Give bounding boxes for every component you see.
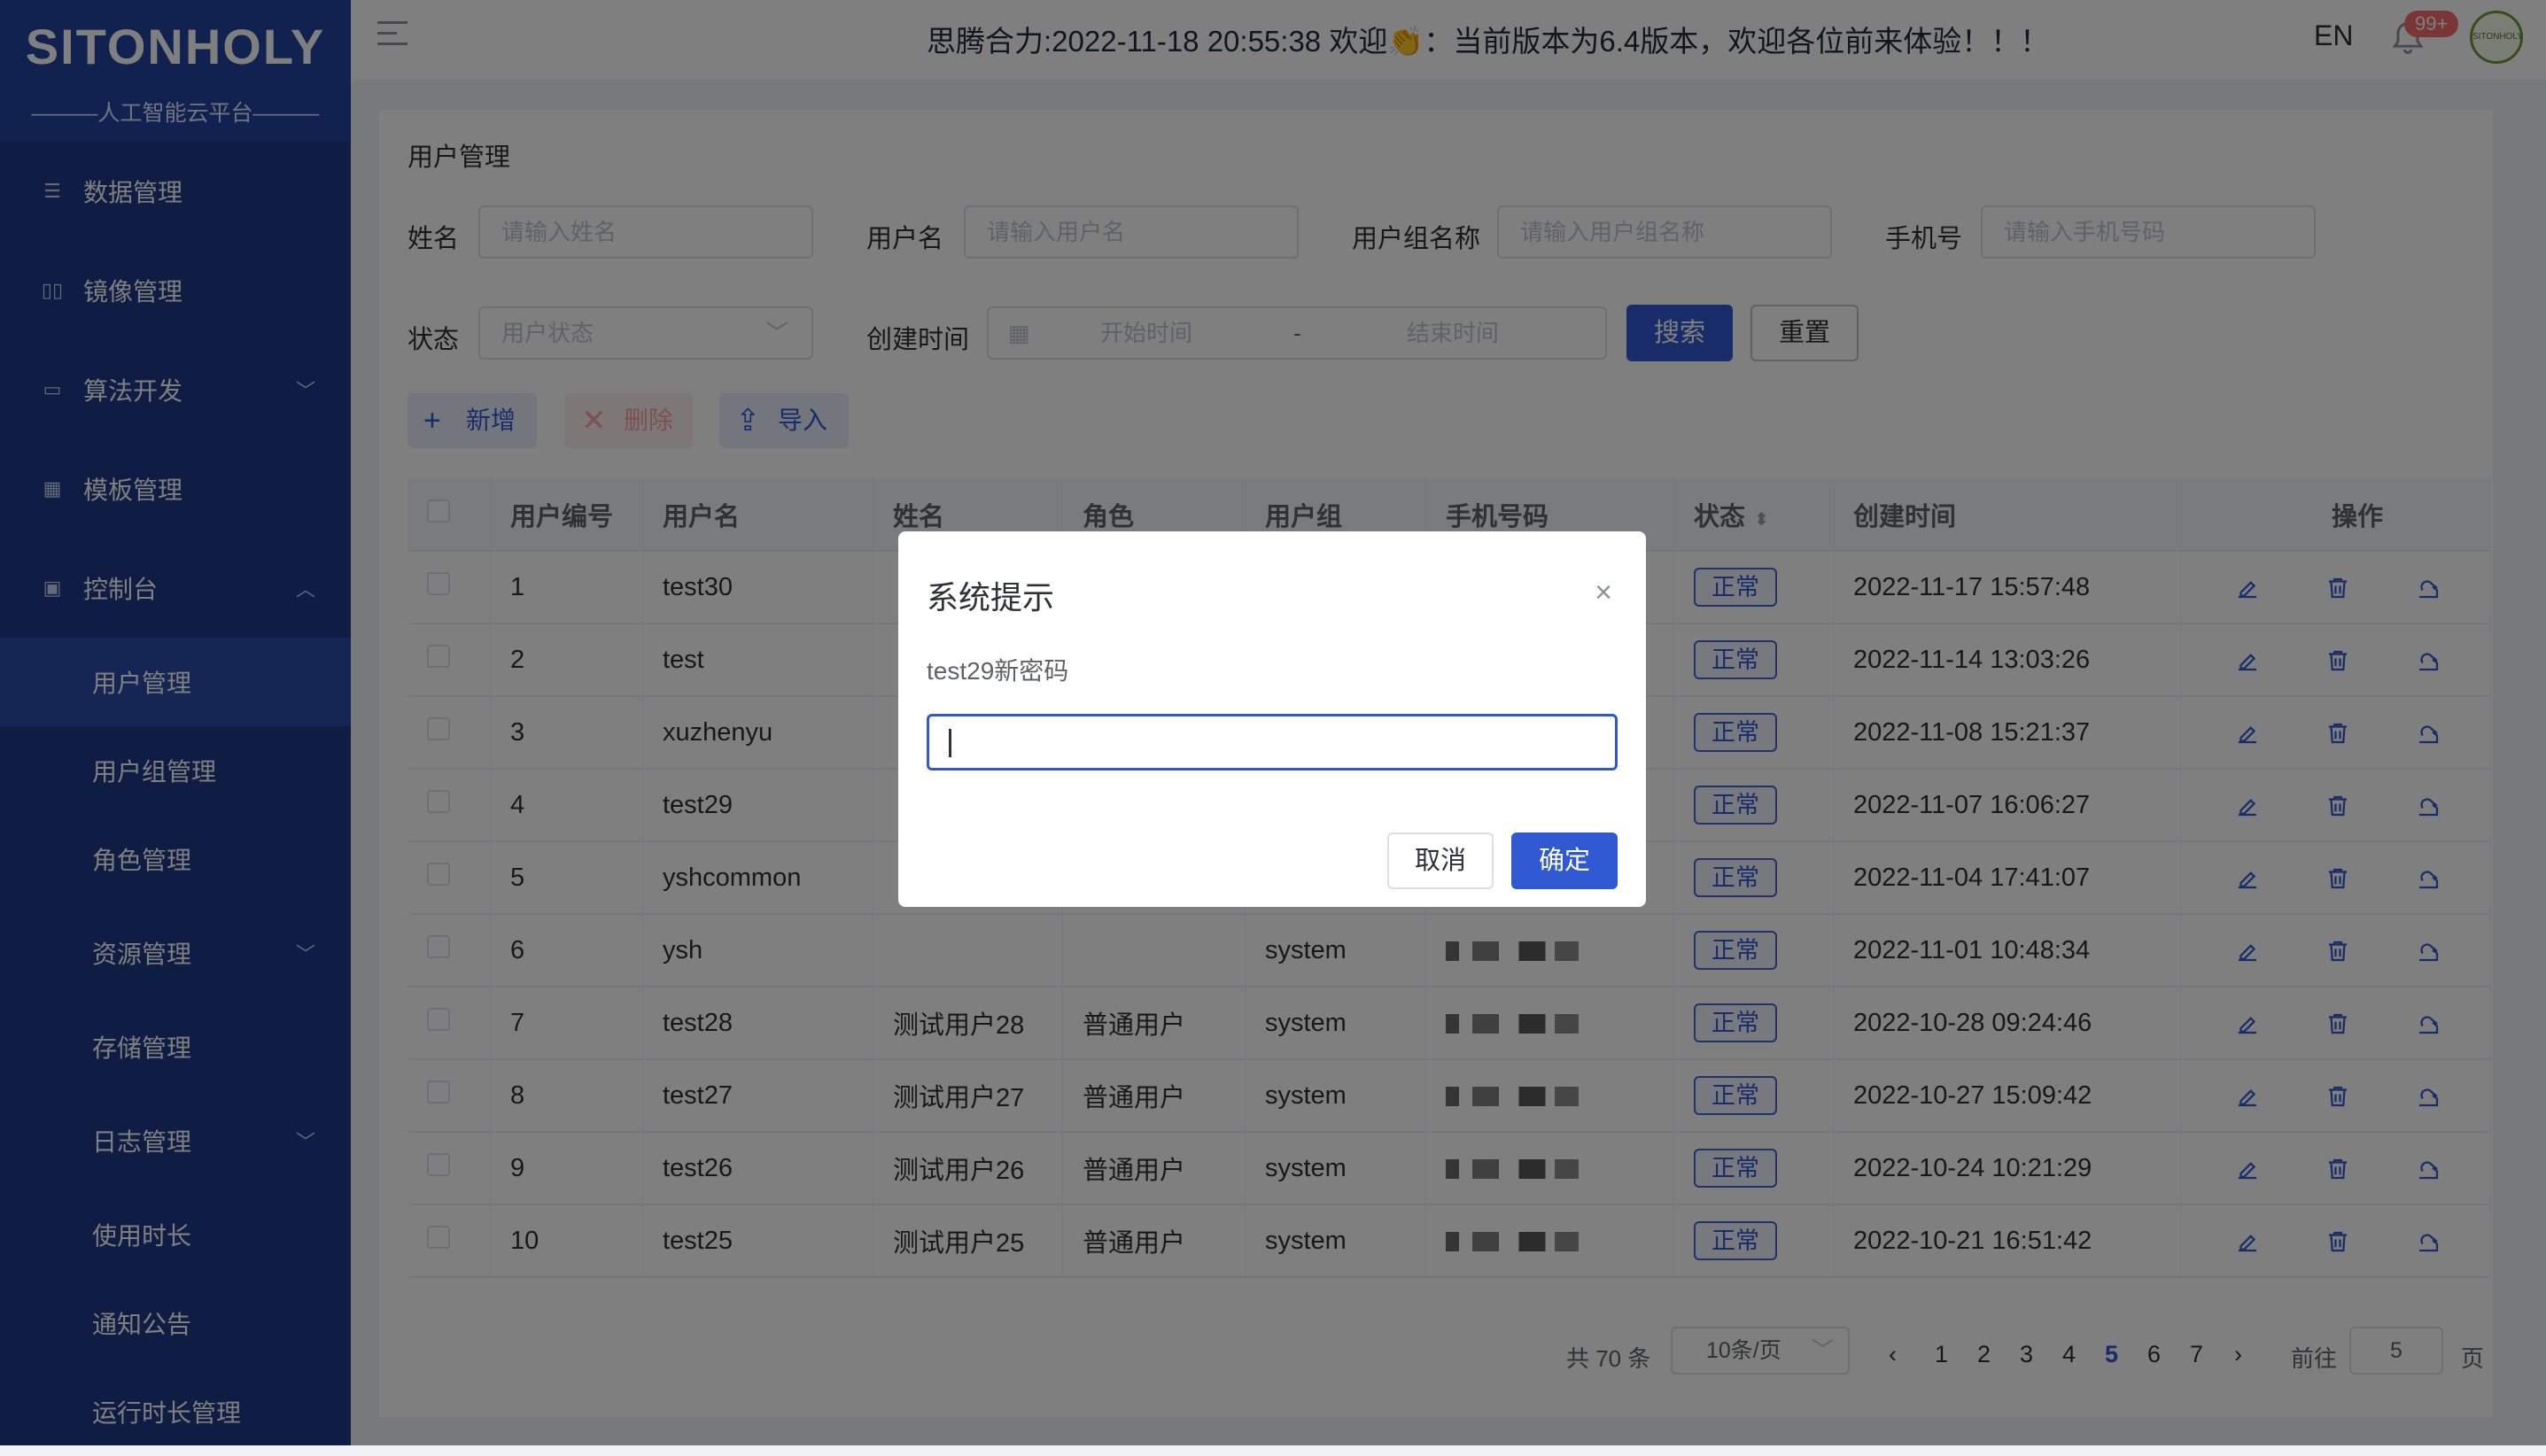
close-icon[interactable]: ×: [1595, 576, 1612, 610]
system-prompt-dialog: 系统提示 × test29新密码 取消 确定: [898, 531, 1646, 907]
confirm-button[interactable]: 确定: [1511, 833, 1618, 889]
text-caret: [949, 729, 951, 757]
cancel-button[interactable]: 取消: [1387, 833, 1494, 889]
new-password-input[interactable]: [927, 714, 1618, 771]
dialog-message: test29新密码: [927, 657, 1069, 685]
dialog-title: 系统提示: [927, 579, 1055, 616]
